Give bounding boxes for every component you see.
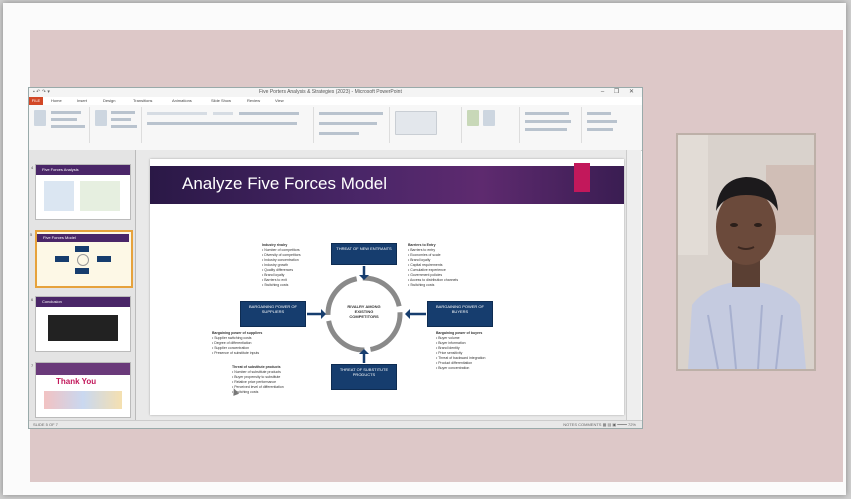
- shapes-gallery[interactable]: [395, 111, 437, 135]
- shape-fill-button[interactable]: [525, 112, 569, 115]
- slide-thumbnail[interactable]: 4 Five Forces Analysis: [31, 164, 131, 220]
- thumbnail-number: 5: [30, 232, 33, 237]
- thumbnail-graphic: [80, 181, 120, 211]
- vertical-scrollbar[interactable]: [626, 150, 641, 420]
- thumbnail-banner: [36, 363, 130, 375]
- thumbnail-box: [97, 256, 111, 262]
- tab-review[interactable]: Review: [247, 98, 260, 103]
- slide-thumbnail[interactable]: 6 Conclusion: [31, 296, 131, 352]
- thumbnail-graphic: [44, 391, 122, 409]
- ribbon: [29, 105, 642, 151]
- shape-outline-button[interactable]: [525, 120, 571, 123]
- font-group: [143, 107, 314, 143]
- section-button[interactable]: [111, 125, 137, 128]
- paste-icon[interactable]: [34, 110, 46, 126]
- tab-insert[interactable]: Insert: [77, 98, 87, 103]
- font-size-buttons[interactable]: [239, 112, 299, 115]
- tab-design[interactable]: Design: [103, 98, 115, 103]
- substitutes-notes: Threat of substitute products Number of …: [232, 365, 328, 395]
- note-item: Switching costs: [232, 390, 328, 395]
- thumbnail-number: 4: [31, 165, 34, 170]
- buyers-notes: Bargaining power of buyers Buyer volume …: [436, 331, 532, 371]
- presenter-avatar-icon: [678, 135, 814, 369]
- note-item: Switching costs: [408, 283, 488, 288]
- slide-thumbnail[interactable]: 7 Thank You: [31, 362, 131, 418]
- slides-group: [91, 107, 142, 143]
- slide-thumbnail-selected[interactable]: 5 Five Forces Model: [30, 230, 133, 288]
- paragraph-group: [315, 107, 390, 143]
- presenter-webcam-feed: [676, 133, 816, 371]
- thumbnail-graphic: [48, 315, 118, 341]
- note-item: Presence of substitute inputs: [212, 351, 308, 356]
- slide-counter: SLIDE 5 OF 7: [33, 422, 58, 427]
- select-button[interactable]: [587, 128, 613, 131]
- note-item: Switching costs: [262, 283, 332, 288]
- shape-effects-button[interactable]: [525, 128, 567, 131]
- current-slide[interactable]: Analyze Five Forces Model THREAT OF NEW …: [150, 159, 624, 415]
- title-bar: ▪ ↶ ↷ ▾ Five Porters Analysis & Strategi…: [29, 88, 642, 97]
- window-title: Five Porters Analysis & Strategies (2023…: [259, 89, 402, 95]
- slide-thumbnail-pane: 4 Five Forces Analysis 5 Five Forces Mod…: [29, 150, 136, 420]
- thumbnail-title: Conclusion: [42, 299, 62, 304]
- thumbnail-number: 7: [31, 363, 34, 368]
- window-controls[interactable]: – ❐ ✕: [601, 88, 638, 95]
- tab-home[interactable]: Home: [51, 98, 62, 103]
- font-size-box[interactable]: [213, 112, 233, 115]
- find-button[interactable]: [587, 112, 611, 115]
- thumbnail-number: 6: [31, 297, 34, 302]
- arrowhead-left: [321, 309, 326, 319]
- rivalry-notes: Industry rivalry Number of competitors D…: [262, 243, 332, 288]
- layout-button[interactable]: [111, 111, 135, 114]
- five-forces-diagram-graphics: [307, 266, 426, 363]
- quick-styles-icon[interactable]: [483, 110, 495, 126]
- drawing-shapes-group: [391, 107, 462, 143]
- replace-button[interactable]: [587, 120, 617, 123]
- thumbnail-graphic: [44, 181, 74, 211]
- rivalry-center-label: RIVALRY AMONG EXISTING COMPETITORS: [347, 304, 381, 319]
- powerpoint-window[interactable]: ▪ ↶ ↷ ▾ Five Porters Analysis & Strategi…: [28, 87, 643, 429]
- tab-file[interactable]: FILE: [29, 97, 43, 105]
- smartart-button[interactable]: [319, 132, 359, 135]
- arrange-group: [463, 107, 520, 143]
- tab-transitions[interactable]: Transitions: [133, 98, 152, 103]
- reset-button[interactable]: [111, 118, 131, 121]
- clipboard-group: [31, 107, 90, 143]
- thumbnail-box: [75, 246, 89, 252]
- suppliers-notes: Bargaining power of suppliers Supplier s…: [212, 331, 308, 356]
- thumbnail-title: Thank You: [56, 377, 97, 386]
- entrants-notes: Barriers to Entry Barriers to entry Econ…: [408, 243, 488, 288]
- format-painter-button[interactable]: [51, 125, 85, 128]
- thumbnail-box: [75, 268, 89, 274]
- font-format-buttons[interactable]: [147, 122, 297, 125]
- thumbnail-circle: [77, 254, 89, 266]
- new-slide-icon[interactable]: [95, 110, 107, 126]
- arrowhead-right: [405, 309, 410, 319]
- tab-slide-show[interactable]: Slide Show: [211, 98, 231, 103]
- copy-button[interactable]: [51, 118, 77, 121]
- font-name-box[interactable]: [147, 112, 207, 115]
- view-zoom-controls[interactable]: NOTES COMMENTS ▦ ▤ ▣ ━━━━ 72%: [563, 422, 636, 427]
- quick-access-toolbar[interactable]: ▪ ↶ ↷ ▾: [33, 89, 50, 95]
- tab-view[interactable]: View: [275, 98, 284, 103]
- align-buttons[interactable]: [319, 122, 377, 125]
- thumbnail-box: [55, 256, 69, 262]
- thumbnail-title: Five Forces Model: [43, 235, 76, 240]
- thumbnail-title: Five Forces Analysis: [42, 167, 79, 172]
- arrange-icon[interactable]: [467, 110, 479, 126]
- shape-format-group: [521, 107, 582, 143]
- note-item: Buyer concentration: [436, 366, 532, 371]
- cut-button[interactable]: [51, 111, 81, 114]
- status-bar: SLIDE 5 OF 7 NOTES COMMENTS ▦ ▤ ▣ ━━━━ 7…: [29, 420, 642, 428]
- list-buttons[interactable]: [319, 112, 383, 115]
- editing-group: [583, 107, 637, 143]
- tab-animations[interactable]: Animations: [172, 98, 192, 103]
